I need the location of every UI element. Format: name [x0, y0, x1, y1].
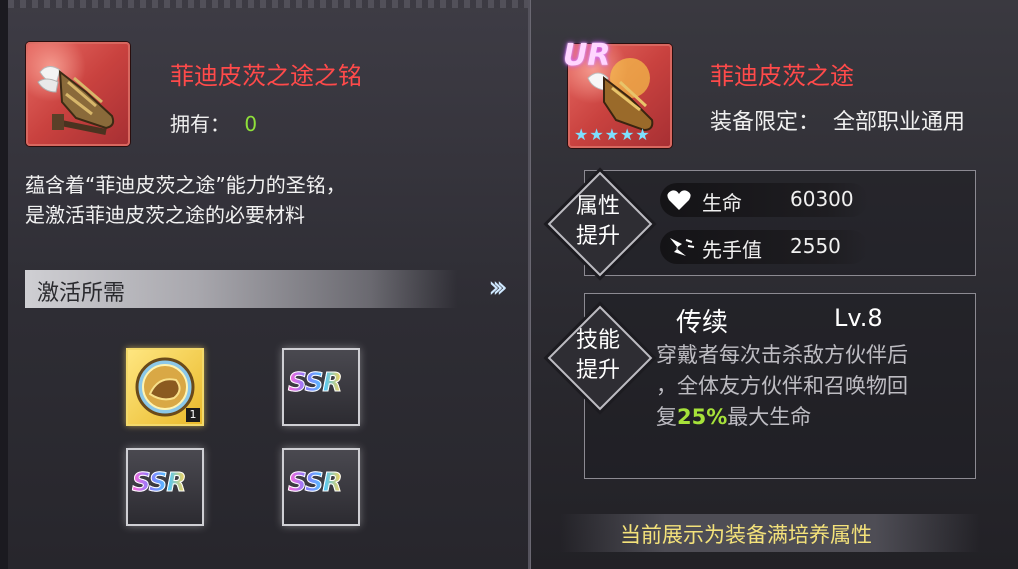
owned-label: 拥有： 0	[170, 108, 257, 137]
equip-limit-value: 全部职业通用	[833, 110, 966, 135]
requirement-slot-ssr[interactable]: SSR	[126, 448, 204, 526]
skill-section-label: 技能 提升	[568, 326, 628, 386]
desc-line-2: 是激活菲迪皮茨之途的必要材料	[25, 203, 305, 227]
attr-speed-value: 2550	[790, 234, 841, 258]
skill-description: 穿戴者每次击杀敌方伙伴后 ，全体友方伙伴和召唤物回 复25%最大生命	[656, 340, 964, 433]
attr-hp-value: 60300	[790, 187, 854, 211]
requirement-slot-gold[interactable]: 1	[126, 348, 204, 426]
material-item-icon[interactable]	[26, 42, 130, 146]
skill-desc-line-3: 复25%最大生命	[656, 402, 964, 433]
ssr-label: SSR	[288, 468, 344, 499]
equip-limit-label: 装备限定：	[710, 110, 821, 135]
star-rating: ★★★★★	[574, 125, 651, 144]
skill-level: Lv.8	[834, 304, 883, 332]
requirement-header-label: 激活所需	[37, 281, 126, 306]
requirement-slot-ssr[interactable]: SSR	[282, 348, 360, 426]
requirement-header: 激活所需	[25, 270, 457, 308]
ssr-label: SSR	[288, 368, 344, 399]
footer-note: 当前展示为装备满培养属性	[560, 514, 980, 552]
material-title: 菲迪皮茨之途之铭	[170, 62, 362, 90]
skill-section-line-1: 技能	[575, 328, 620, 353]
equipment-title: 菲迪皮茨之途	[710, 62, 854, 90]
top-decor-strip	[8, 0, 528, 8]
equip-limit: 装备限定： 全部职业通用	[710, 104, 965, 136]
requirement-slot-ssr[interactable]: SSR	[282, 448, 360, 526]
skill-section-line-2: 提升	[575, 358, 620, 383]
slot-count-badge: 1	[186, 408, 200, 422]
attr-speed-name: 先手值	[702, 238, 762, 262]
speed-icon	[670, 238, 695, 256]
attribute-section-label: 属性 提升	[568, 192, 628, 252]
owned-count: 0	[244, 112, 258, 136]
attribute-row-speed: 先手值 2550	[660, 230, 868, 264]
transition-arrows-icon: ›››	[488, 270, 508, 305]
attribute-row-hp: 生命 60300	[660, 183, 868, 217]
footer-note-text: 当前展示为装备满培养属性	[620, 523, 872, 547]
skill-desc-prefix: 复	[656, 405, 677, 429]
skill-desc-line-1: 穿戴者每次击杀敌方伙伴后	[656, 343, 908, 367]
material-description: 蕴含着“菲迪皮茨之途”能力的圣铭， 是激活菲迪皮茨之途的必要材料	[25, 170, 346, 230]
skill-desc-suffix: 最大生命	[727, 405, 812, 429]
owned-label-text: 拥有：	[170, 112, 230, 136]
ssr-label: SSR	[132, 468, 188, 499]
desc-line-1: 蕴含着“菲迪皮茨之途”能力的圣铭，	[25, 173, 346, 197]
rarity-ur-badge: UR	[563, 38, 611, 73]
attribute-section-line-2: 提升	[575, 224, 620, 249]
skill-desc-line-2: ，全体友方伙伴和召唤物回	[656, 374, 908, 398]
skill-name: 传续	[676, 308, 729, 338]
skill-desc-highlight: 25%	[677, 405, 728, 429]
attr-hp-name: 生命	[702, 191, 742, 215]
heart-icon	[667, 190, 691, 210]
attribute-section-line-1: 属性	[575, 194, 620, 219]
winged-sandal-icon	[37, 66, 115, 135]
